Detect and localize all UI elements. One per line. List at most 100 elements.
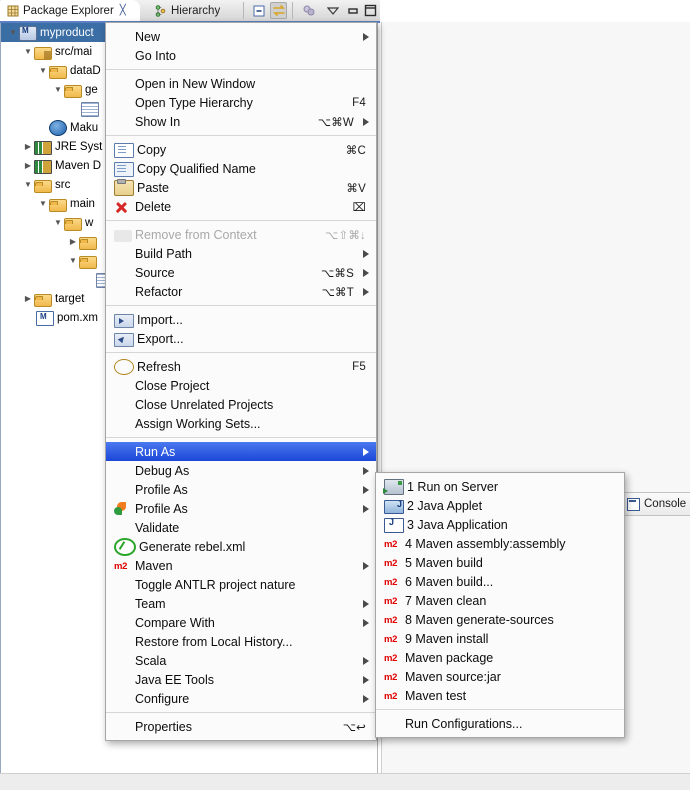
link-with-editor-icon[interactable] (270, 2, 287, 19)
menu-item-label: Open Type Hierarchy (135, 95, 253, 110)
menu-item[interactable]: Export... (106, 329, 376, 348)
menu-item[interactable]: Close Project (106, 376, 376, 395)
spacer-icon (82, 275, 94, 284)
menu-item[interactable]: Configure (106, 689, 376, 708)
maximize-icon[interactable] (362, 2, 379, 19)
tree-item[interactable]: ▼ w (52, 213, 93, 232)
focus-on-active-task-icon[interactable] (300, 2, 317, 19)
menu-item-label: Paste (137, 180, 169, 195)
menu-item[interactable]: Toggle ANTLR project nature (106, 575, 376, 594)
tree-item[interactable]: ▶ target (22, 289, 84, 308)
run-as-submenu[interactable]: 1 Run on Server 2 Java Applet 3 Java Appli… (375, 472, 625, 738)
menu-item[interactable]: Generate rebel.xml (106, 537, 376, 556)
chevron-down-icon[interactable]: ▼ (22, 180, 34, 189)
chevron-right-icon[interactable]: ▶ (22, 161, 34, 170)
status-bar (0, 773, 690, 790)
menu-item[interactable]: Delete ⌧ (106, 197, 376, 216)
chevron-right-icon[interactable]: ▶ (22, 142, 34, 151)
menu-item[interactable]: Copy ⌘C (106, 140, 376, 159)
menu-item[interactable]: Team (106, 594, 376, 613)
menu-item[interactable]: Java EE Tools (106, 670, 376, 689)
chevron-down-icon[interactable]: ▼ (52, 218, 64, 227)
chevron-right-icon[interactable]: ▶ (67, 237, 79, 246)
menu-item[interactable]: Profile As (106, 499, 376, 518)
menu-item[interactable]: m2 Maven source:jar (376, 667, 624, 686)
menu-item[interactable]: Go Into (106, 46, 376, 65)
folder-icon (64, 217, 82, 231)
tree-item[interactable]: pom.xm (22, 308, 98, 327)
submenu-arrow-icon (363, 675, 369, 684)
menu-item[interactable]: Scala (106, 651, 376, 670)
menu-item[interactable]: Open in New Window (106, 74, 376, 93)
menu-item[interactable]: m2 Maven package (376, 648, 624, 667)
menu-item[interactable]: 1 Run on Server (376, 477, 624, 496)
menu-item[interactable]: Run As (106, 442, 376, 461)
menu-item[interactable]: New (106, 27, 376, 46)
menu-item[interactable]: Properties ⌥↩ (106, 717, 376, 736)
tree-item[interactable]: ▼ ge (52, 80, 98, 99)
menu-item[interactable]: m2 6 Maven build... (376, 572, 624, 591)
collapse-all-icon[interactable] (250, 2, 267, 19)
menu-item[interactable]: 3 Java Application (376, 515, 624, 534)
menu-item[interactable]: Refactor ⌥⌘T (106, 282, 376, 301)
menu-item[interactable]: Show In ⌥⌘W (106, 112, 376, 131)
chevron-down-icon[interactable]: ▼ (67, 256, 79, 265)
pom-icon (36, 311, 54, 326)
tree-item[interactable]: Maku (37, 118, 98, 137)
tree-item[interactable]: ▶ (67, 232, 100, 251)
menu-item[interactable]: m2 5 Maven build (376, 553, 624, 572)
menu-item[interactable]: Compare With (106, 613, 376, 632)
menu-item[interactable]: m2 Maven (106, 556, 376, 575)
menu-item[interactable]: Open Type Hierarchy F4 (106, 93, 376, 112)
tree-item[interactable]: ▼ (67, 251, 100, 270)
menu-item[interactable]: Validate (106, 518, 376, 537)
chevron-down-icon[interactable]: ▼ (52, 85, 64, 94)
chevron-down-icon[interactable]: ▼ (37, 199, 49, 208)
tree-item[interactable]: ▶ Maven D (22, 156, 101, 175)
chevron-down-icon[interactable]: ▼ (7, 28, 19, 37)
menu-item[interactable]: Assign Working Sets... (106, 414, 376, 433)
menu-item[interactable]: m2 Maven test (376, 686, 624, 705)
package-source-folder-icon (34, 46, 52, 60)
project-context-menu[interactable]: New Go Into Open in New Window Open Type Hi… (105, 22, 377, 741)
tab-hierarchy[interactable]: Hierarchy (148, 0, 240, 21)
tab-console[interactable]: Console ✖ (627, 495, 690, 513)
tree-item[interactable]: ▼ main (37, 194, 95, 213)
duke-icon (49, 120, 67, 136)
menu-item[interactable]: Debug As (106, 461, 376, 480)
menu-item-label: Profile As (135, 482, 188, 497)
menu-item-label: Go Into (135, 48, 176, 63)
close-icon[interactable]: ╳ (120, 5, 126, 16)
menu-item-label: Java EE Tools (135, 672, 214, 687)
tree-item[interactable]: ▼ dataD (37, 61, 101, 80)
menu-item[interactable]: Import... (106, 310, 376, 329)
menu-item-icon-placeholder (114, 397, 132, 413)
tree-item[interactable]: ▼ src (22, 175, 70, 194)
menu-item-label: Team (135, 596, 166, 611)
menu-item[interactable]: Build Path (106, 244, 376, 263)
menu-item[interactable]: m2 4 Maven assembly:assembly (376, 534, 624, 553)
menu-item[interactable]: 2 Java Applet (376, 496, 624, 515)
chevron-right-icon[interactable]: ▶ (22, 294, 34, 303)
menu-item[interactable]: Profile As (106, 480, 376, 499)
menu-item[interactable]: Refresh F5 (106, 357, 376, 376)
menu-item-label: Import... (137, 312, 183, 327)
view-menu-icon[interactable] (324, 2, 341, 19)
tab-package-explorer[interactable]: Package Explorer ╳ (0, 0, 140, 21)
menu-item[interactable]: Paste ⌘V (106, 178, 376, 197)
menu-item[interactable]: Run Configurations... (376, 714, 624, 733)
chevron-down-icon[interactable]: ▼ (37, 66, 49, 75)
tree-item[interactable] (67, 99, 102, 118)
tree-item[interactable]: ▶ JRE Syst (22, 137, 102, 156)
menu-item[interactable]: m2 8 Maven generate-sources (376, 610, 624, 629)
tree-item[interactable]: ▼ src/mai (22, 42, 92, 61)
menu-item[interactable]: Remove from Context ⌥⇧⌘↓ (106, 225, 376, 244)
minimize-icon[interactable] (344, 2, 361, 19)
menu-item[interactable]: Close Unrelated Projects (106, 395, 376, 414)
menu-item[interactable]: Restore from Local History... (106, 632, 376, 651)
menu-item[interactable]: m2 7 Maven clean (376, 591, 624, 610)
chevron-down-icon[interactable]: ▼ (22, 47, 34, 56)
menu-item[interactable]: Copy Qualified Name (106, 159, 376, 178)
menu-item[interactable]: Source ⌥⌘S (106, 263, 376, 282)
menu-item[interactable]: m2 9 Maven install (376, 629, 624, 648)
